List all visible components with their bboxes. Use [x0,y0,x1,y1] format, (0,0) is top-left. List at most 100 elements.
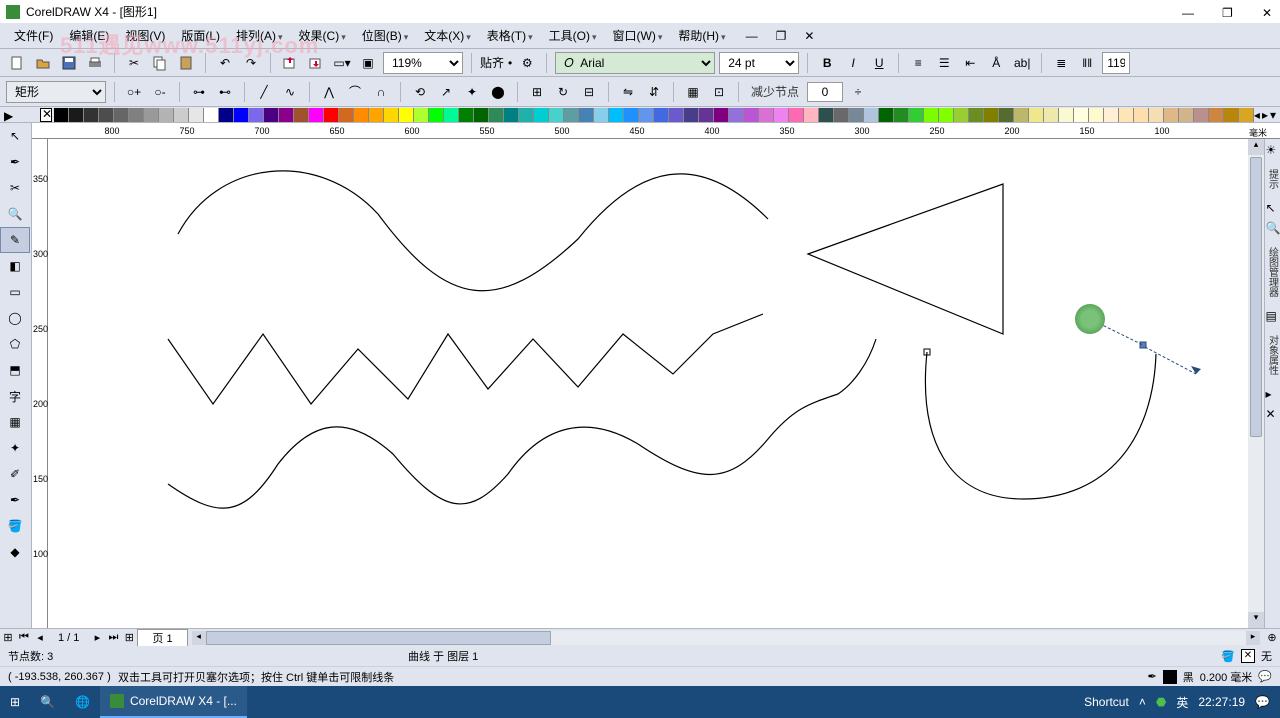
color-swatch[interactable] [579,108,594,122]
scroll-down-button[interactable]: ▾ [1248,612,1264,628]
hscroll-right-button[interactable]: ▸ [1246,631,1260,645]
color-swatch[interactable] [819,108,834,122]
color-swatch[interactable] [54,108,69,122]
color-swatch[interactable] [879,108,894,122]
color-swatch[interactable] [84,108,99,122]
export-button[interactable] [305,52,327,74]
color-swatch[interactable] [549,108,564,122]
reverse-button[interactable]: ⟲ [409,81,431,103]
search-button[interactable]: 🔍 [30,686,65,718]
expand-docker-icon[interactable]: ✕ [1266,407,1280,421]
color-swatch[interactable] [789,108,804,122]
color-swatch[interactable] [759,108,774,122]
action-center-icon[interactable]: 💬 [1255,695,1270,709]
font-extra-field[interactable] [1102,52,1130,74]
color-swatch[interactable] [1044,108,1059,122]
interactive-tool[interactable]: ✦ [0,435,30,461]
freehand-tool[interactable]: ✎ [0,227,30,253]
cut-button[interactable]: ✂ [123,52,145,74]
notification-icon[interactable]: 💬 [1258,670,1272,683]
color-swatch[interactable] [1224,108,1239,122]
color-swatch[interactable] [174,108,189,122]
color-swatch[interactable] [1029,108,1044,122]
color-swatch[interactable] [114,108,129,122]
pick-icon[interactable]: ↖ [1266,201,1280,215]
polygon-tool[interactable]: ⬠ [0,331,30,357]
layer-icon[interactable]: ▤ [1266,309,1280,323]
copy-button[interactable] [149,52,171,74]
color-swatch[interactable] [864,108,879,122]
table-tool[interactable]: ▦ [0,409,30,435]
color-swatch[interactable] [714,108,729,122]
ime-indicator[interactable]: 英 [1176,694,1188,711]
color-swatch[interactable] [309,108,324,122]
fill-tool[interactable]: 🪣 [0,513,30,539]
shortcut-tray[interactable]: Shortcut [1084,695,1129,709]
docker-object-props[interactable]: 对象属性 [1266,329,1280,381]
underline-button[interactable]: U [868,52,890,74]
menu-bitmap[interactable]: 位图(B)▾ [354,27,417,44]
color-swatch[interactable] [1104,108,1119,122]
auto-close-button[interactable]: ⬤ [487,81,509,103]
italic-button[interactable]: I [842,52,864,74]
ellipse-tool[interactable]: ◯ [0,305,30,331]
zoom-tool[interactable]: 🔍 [0,201,30,227]
add-page-after-button[interactable]: ⊞ [121,631,137,644]
symmetric-node-button[interactable]: ∩ [370,81,392,103]
color-swatch[interactable] [1089,108,1104,122]
elastic-button[interactable]: ▦ [682,81,704,103]
print-button[interactable] [84,52,106,74]
menu-help[interactable]: 帮助(H)▾ [670,27,733,44]
scroll-up-button[interactable]: ▴ [1248,139,1264,155]
color-swatch[interactable] [639,108,654,122]
color-swatch[interactable] [1149,108,1164,122]
delete-node-button[interactable]: ○- [149,81,171,103]
color-swatch[interactable] [1239,108,1254,122]
app-launcher-button[interactable]: ▭▾ [331,52,353,74]
pick-tool[interactable]: ↖ [0,123,30,149]
color-swatch[interactable] [354,108,369,122]
color-swatch[interactable] [519,108,534,122]
color-swatch[interactable] [384,108,399,122]
color-swatch[interactable] [1194,108,1209,122]
zoom-combo[interactable]: 119% [383,52,463,74]
color-swatch[interactable] [1164,108,1179,122]
bullets-button[interactable]: ☰ [933,52,955,74]
new-button[interactable] [6,52,28,74]
text-horiz-button[interactable]: ≣ [1050,52,1072,74]
page-tab-1[interactable]: 页 1 [137,629,187,646]
color-swatch[interactable] [369,108,384,122]
tray-shield-icon[interactable]: ⬣ [1156,695,1166,709]
color-swatch[interactable] [339,108,354,122]
color-swatch[interactable] [1059,108,1074,122]
color-swatch[interactable] [624,108,639,122]
color-swatch[interactable] [204,108,219,122]
fontsize-combo[interactable]: 24 pt [719,52,799,74]
clock[interactable]: 22:27:19 [1198,695,1245,709]
first-page-button[interactable]: ⏮ [16,631,32,644]
bold-button[interactable]: B [816,52,838,74]
align-nodes-button[interactable]: ⊟ [578,81,600,103]
welcome-button[interactable]: ▣ [357,52,379,74]
import-button[interactable] [279,52,301,74]
canvas[interactable] [48,139,1248,628]
color-swatch[interactable] [774,108,789,122]
menu-tools[interactable]: 工具(O)▾ [541,27,605,44]
options-button[interactable]: ⚙ [516,52,538,74]
open-button[interactable] [32,52,54,74]
navigator-button[interactable]: ⊕ [1264,631,1280,644]
color-swatch[interactable] [159,108,174,122]
color-swatch[interactable] [429,108,444,122]
color-swatch[interactable] [999,108,1014,122]
cusp-node-button[interactable]: ⋀ [318,81,340,103]
color-swatch[interactable] [99,108,114,122]
color-swatch[interactable] [534,108,549,122]
color-swatch[interactable] [1119,108,1134,122]
reduce-nodes-field[interactable]: 0 [807,82,843,102]
docker-object-manager[interactable]: 绘图管理器 [1266,241,1280,303]
color-swatch[interactable] [459,108,474,122]
palette-play-icon[interactable]: ▶ [4,109,16,121]
palette-left-button[interactable]: ◂ [1254,108,1260,122]
color-swatch[interactable] [654,108,669,122]
color-swatch[interactable] [699,108,714,122]
